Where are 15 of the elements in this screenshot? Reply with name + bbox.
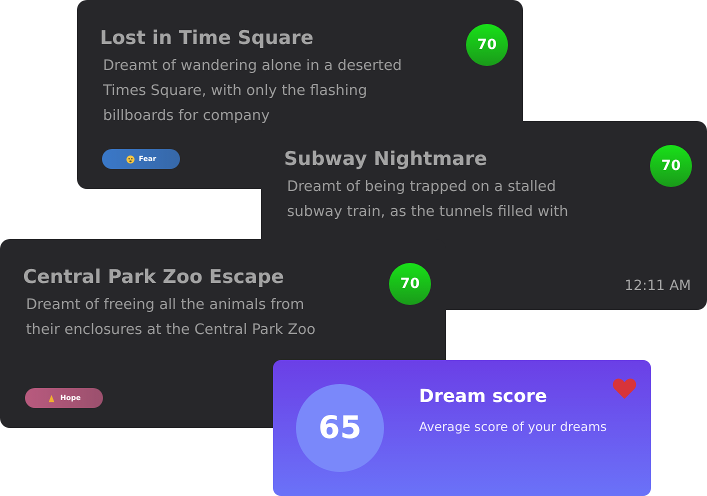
score-badge: 70 [650, 145, 692, 187]
card-title: Central Park Zoo Escape [23, 266, 284, 288]
card-title: Subway Nightmare [284, 148, 488, 170]
score-circle: 65 [296, 384, 384, 472]
card-description: Dreamt of wandering alone in a deserted Times Square, with only the flashing billboards for company [103, 57, 403, 126]
score-subtitle: Average score of your dreams [419, 419, 607, 434]
score-badge: 70 [389, 263, 431, 305]
score-badge: 70 [466, 24, 508, 66]
face-icon [126, 154, 135, 164]
card-description: Dreamt of being trapped on a stalled subway train, as the tunnels filled with [287, 178, 570, 222]
score-title: Dream score [419, 386, 548, 407]
card-description: Dreamt of freeing all the animals from their enclosures at the Central Park Zoo [26, 296, 316, 340]
card-title: Lost in Time Square [100, 27, 314, 49]
heart-icon [612, 377, 637, 400]
timestamp: 12:11 AM [624, 278, 691, 294]
